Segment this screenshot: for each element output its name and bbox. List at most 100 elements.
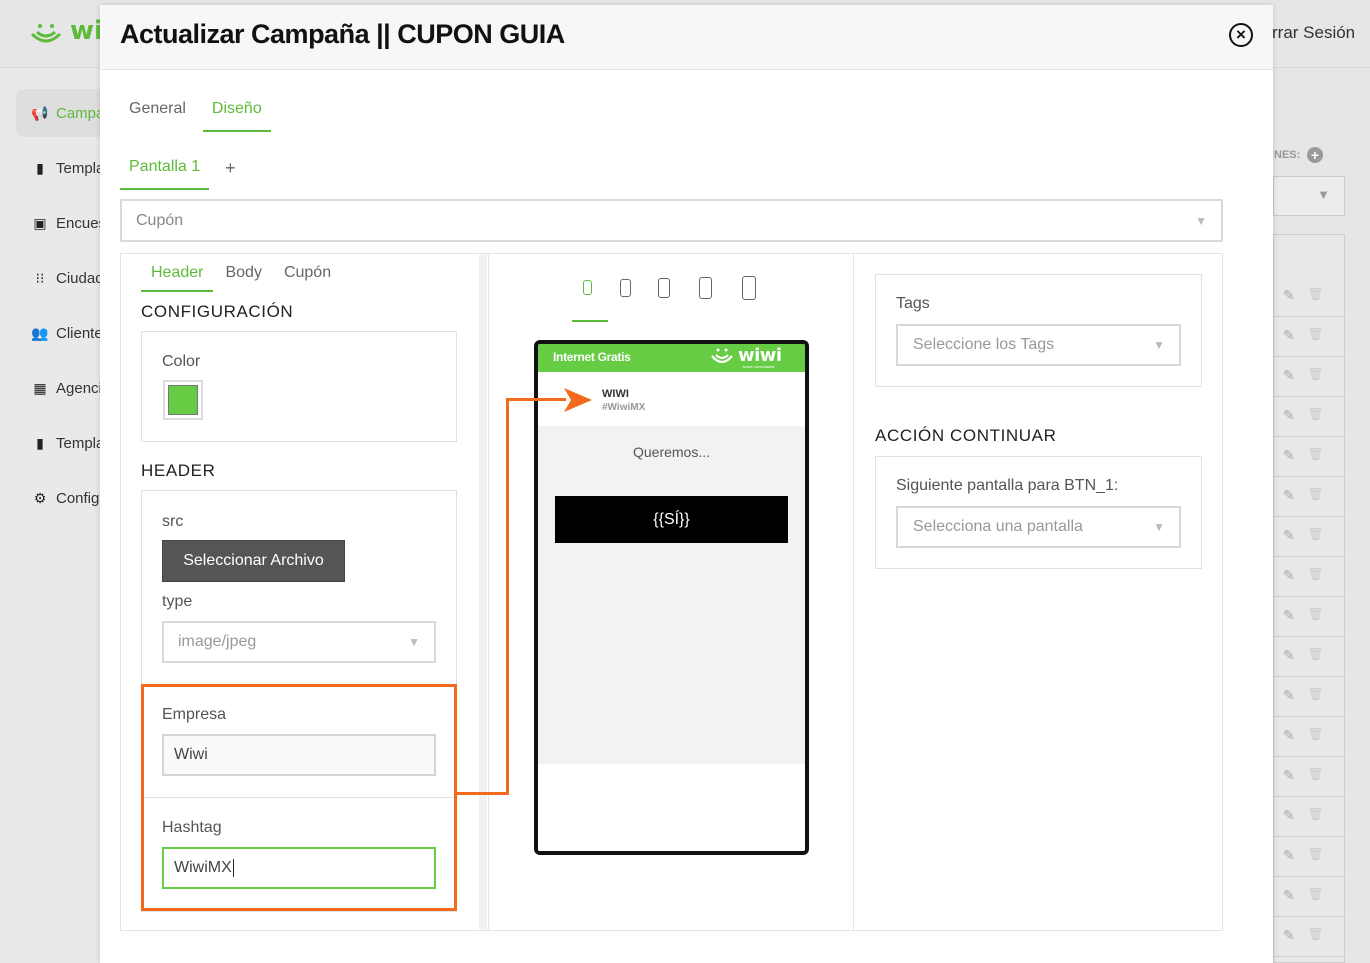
preview-hashtag: #WiwiMX — [602, 402, 646, 413]
add-screen-button[interactable]: + — [225, 158, 236, 183]
chevron-down-icon: ▼ — [1153, 338, 1165, 352]
sidebar-item-label: Templa — [56, 434, 105, 452]
pencil-icon[interactable]: ✎ — [1283, 447, 1297, 463]
tab-cupon[interactable]: Cupón — [274, 259, 341, 292]
next-screen-select[interactable]: Selecciona una pantalla ▼ — [896, 506, 1181, 548]
pencil-icon[interactable]: ✎ — [1283, 287, 1297, 303]
pencil-icon[interactable]: ✎ — [1283, 607, 1297, 623]
table-row: ✎ 🗑 — [1273, 597, 1345, 637]
device-phone-icon[interactable] — [620, 279, 631, 297]
tab-pantalla-1[interactable]: Pantalla 1 — [120, 150, 210, 190]
sidebar-item-label: Agenci — [56, 379, 102, 397]
tags-select[interactable]: Seleccione los Tags ▼ — [896, 324, 1181, 366]
preview-body-text: Queremos... — [632, 444, 711, 460]
chevron-down-icon: ▼ — [1195, 214, 1207, 228]
modal-title: Actualizar Campaña || CUPON GUIA — [120, 19, 565, 49]
actions-panel: Tags Seleccione los Tags ▼ ACCIÓN CONTIN… — [855, 254, 1222, 930]
trash-icon[interactable]: 🗑 — [1308, 327, 1323, 343]
trash-icon[interactable]: 🗑 — [1308, 607, 1323, 623]
color-card: Color — [141, 331, 457, 442]
tab-header[interactable]: Header — [141, 259, 214, 292]
tags-label: Tags — [896, 295, 930, 312]
left-scrollbar[interactable] — [479, 254, 487, 930]
table-row: ✎ 🗑 — [1273, 357, 1345, 397]
sidebar-item-label: Campa — [56, 104, 105, 122]
add-icon[interactable]: + — [1307, 147, 1323, 163]
trash-icon[interactable]: 🗑 — [1308, 487, 1323, 503]
table-row: ✎ 🗑 — [1273, 917, 1345, 957]
table-row: ✎ 🗑 — [1273, 557, 1345, 597]
trash-icon[interactable]: 🗑 — [1308, 407, 1323, 423]
trash-icon[interactable]: 🗑 — [1308, 927, 1323, 943]
chevron-down-icon: ▼ — [1153, 520, 1165, 534]
trash-icon[interactable]: 🗑 — [1308, 767, 1323, 783]
device-selector — [583, 276, 763, 304]
template-icon: ▮ — [36, 434, 44, 451]
trash-icon[interactable]: 🗑 — [1308, 807, 1323, 823]
pencil-icon[interactable]: ✎ — [1283, 647, 1297, 663]
pencil-icon[interactable]: ✎ — [1283, 487, 1297, 503]
trash-icon[interactable]: 🗑 — [1308, 687, 1323, 703]
preview-footer — [538, 764, 805, 851]
annotation-connector — [506, 398, 509, 795]
trash-icon[interactable]: 🗑 — [1308, 367, 1323, 383]
table-row: ✎ 🗑 — [1273, 637, 1345, 677]
device-active-indicator — [572, 320, 608, 322]
pencil-icon[interactable]: ✎ — [1283, 807, 1297, 823]
device-phablet-icon[interactable] — [699, 277, 712, 299]
trash-icon[interactable]: 🗑 — [1308, 727, 1323, 743]
template-select[interactable]: Cupón ▼ — [120, 199, 1223, 242]
table-row: ✎ 🗑 — [1273, 837, 1345, 877]
table-row: ✎ 🗑 — [1273, 277, 1345, 317]
pencil-icon[interactable]: ✎ — [1283, 527, 1297, 543]
type-select-value: image/jpeg — [178, 633, 257, 650]
tab-diseno[interactable]: Diseño — [202, 92, 271, 132]
trash-icon[interactable]: 🗑 — [1308, 527, 1323, 543]
preview-yes-button[interactable]: {{SÍ}} — [555, 496, 788, 543]
pencil-icon[interactable]: ✎ — [1283, 887, 1297, 903]
table-row: ✎ 🗑 — [1273, 717, 1345, 757]
trash-icon[interactable]: 🗑 — [1308, 287, 1323, 303]
table-row: ✎ 🗑 — [1273, 797, 1345, 837]
template-icon: ▮ — [36, 159, 44, 176]
trash-icon[interactable]: 🗑 — [1308, 567, 1323, 583]
device-tablet-icon[interactable] — [742, 276, 756, 300]
preview-panel: Internet Gratis wiwi todos conectados WI… — [488, 254, 854, 930]
trash-icon[interactable]: 🗑 — [1308, 447, 1323, 463]
pencil-icon[interactable]: ✎ — [1283, 567, 1297, 583]
table-row: ✎ 🗑 — [1273, 397, 1345, 437]
pencil-icon[interactable]: ✎ — [1283, 767, 1297, 783]
logout-link[interactable]: rrar Sesión — [1272, 23, 1355, 43]
template-select-value: Cupón — [136, 212, 184, 229]
annotation-highlight-box — [141, 684, 457, 911]
screen-tabs: Pantalla 1 + — [120, 150, 236, 190]
device-small-phone-icon[interactable] — [583, 280, 592, 295]
tab-body[interactable]: Body — [215, 259, 271, 292]
src-label: src — [162, 513, 184, 530]
close-icon[interactable]: × — [1229, 23, 1253, 47]
trash-icon[interactable]: 🗑 — [1308, 847, 1323, 863]
trash-icon[interactable]: 🗑 — [1308, 887, 1323, 903]
background-label: NES: — [1274, 149, 1301, 161]
trash-icon[interactable]: 🗑 — [1308, 647, 1323, 663]
section-tabs: Header Body Cupón — [141, 259, 343, 292]
type-select[interactable]: image/jpeg ▼ — [162, 621, 436, 663]
color-picker[interactable] — [163, 380, 203, 420]
tab-general[interactable]: General — [120, 92, 195, 132]
device-large-phone-icon[interactable] — [658, 278, 670, 298]
background-select[interactable]: ▼ — [1273, 176, 1345, 216]
table-row: ✎ 🗑 — [1273, 877, 1345, 917]
pencil-icon[interactable]: ✎ — [1283, 927, 1297, 943]
logo-text: wi — [70, 16, 103, 46]
pencil-icon[interactable]: ✎ — [1283, 327, 1297, 343]
users-icon: 👥 — [31, 324, 49, 341]
pencil-icon[interactable]: ✎ — [1283, 367, 1297, 383]
pencil-icon[interactable]: ✎ — [1283, 727, 1297, 743]
select-file-button[interactable]: Seleccionar Archivo — [162, 540, 345, 582]
pencil-icon[interactable]: ✎ — [1283, 847, 1297, 863]
table-row: ✎ 🗑 — [1273, 437, 1345, 477]
pencil-icon[interactable]: ✎ — [1283, 407, 1297, 423]
pencil-icon[interactable]: ✎ — [1283, 687, 1297, 703]
preview-empresa: WIWI — [602, 388, 629, 400]
preview-logo-sub: todos conectados — [743, 364, 775, 369]
